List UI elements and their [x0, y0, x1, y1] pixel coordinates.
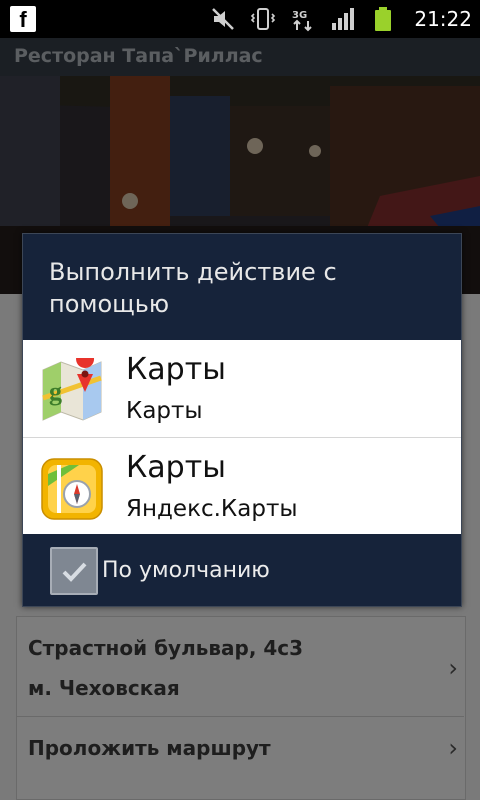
clock: 21:22: [414, 7, 472, 31]
vibrate-icon: [250, 6, 276, 32]
svg-text:g: g: [49, 377, 62, 406]
address-line1: Страстной бульвар, 4с3: [28, 636, 304, 660]
svg-text:3G: 3G: [292, 10, 307, 21]
chevron-right-icon: ›: [448, 654, 458, 682]
app-title-bar: Ресторан Тапа`Риллас: [0, 38, 480, 77]
divider: [16, 716, 464, 717]
option-title: Карты: [126, 450, 226, 485]
option-google-maps[interactable]: g Карты Карты: [23, 340, 461, 436]
option-subtitle: Яндекс.Карты: [126, 496, 298, 522]
check-icon: [62, 562, 87, 582]
default-label: По умолчанию: [102, 558, 270, 583]
option-yandex-maps[interactable]: Карты Яндекс.Карты: [23, 437, 461, 534]
address-line2: м. Чеховская: [28, 676, 180, 700]
status-bar: f 3G 21:22: [0, 0, 480, 38]
default-toggle-row[interactable]: По умолчанию: [23, 534, 461, 606]
app-title: Ресторан Тапа`Риллас: [14, 45, 263, 67]
yandex-maps-icon: [39, 456, 105, 522]
facebook-icon: f: [10, 6, 36, 32]
complete-action-dialog: Выполнить действие с помощью g Карты Кар…: [22, 233, 462, 607]
default-checkbox[interactable]: [50, 547, 98, 595]
route-label: Проложить маршрут: [28, 736, 271, 760]
mute-icon: [210, 6, 236, 32]
option-title: Карты: [126, 352, 226, 387]
battery-icon: [370, 6, 396, 32]
dialog-title: Выполнить действие с помощью: [49, 258, 337, 318]
signal-icon: [330, 6, 356, 32]
chevron-right-icon: ›: [448, 734, 458, 762]
3g-data-icon: 3G: [290, 6, 316, 32]
option-subtitle: Карты: [126, 398, 203, 424]
app-chooser-list: g Карты Карты Карты Яндекс.Карты: [23, 340, 461, 534]
google-maps-icon: g: [39, 350, 105, 424]
